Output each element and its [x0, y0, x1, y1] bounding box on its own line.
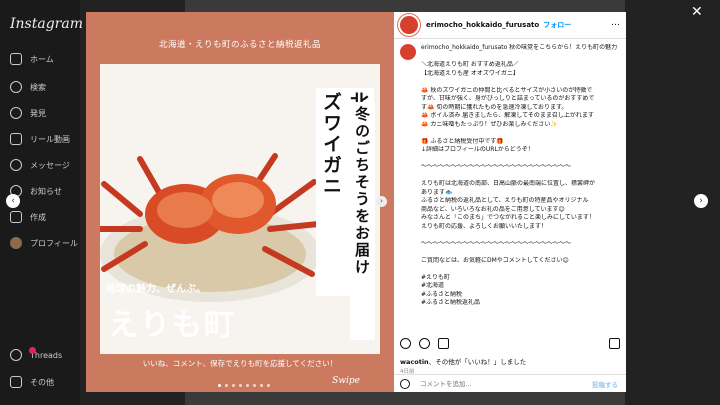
town-name: えりも町	[108, 308, 236, 343]
headline-vertical-2: 冬のごちそうをお届け	[350, 102, 375, 340]
caption-line: 🦀 ボイル済み 届きましたら、解凍してそのまま召し上がれます	[421, 112, 594, 119]
carousel-dots	[218, 384, 270, 387]
post-side-panel: erimocho_hokkaido_furusato フォロー … erimoc…	[394, 12, 626, 392]
reels-icon	[10, 133, 22, 145]
caption-line: #えりも町	[421, 273, 451, 281]
post-actions	[400, 336, 620, 350]
carousel-dot	[253, 384, 256, 387]
caption-line: #ふるさと納税	[421, 290, 463, 298]
caption-line: す🦀 旬の時期に獲れたものを急速冷凍しております。	[421, 103, 568, 111]
carousel-dot	[225, 384, 228, 387]
caption-line: #ふるさと納税返礼品	[421, 299, 481, 306]
bookmark-icon[interactable]	[609, 337, 620, 349]
carousel-dot	[260, 384, 263, 387]
search-icon	[10, 81, 22, 93]
caption-line	[421, 172, 618, 181]
caption-line: ふるさと納税の返礼品として、えりも町の特産品やオリジナル	[421, 197, 589, 204]
share-icon[interactable]	[438, 337, 449, 349]
caption-line	[421, 129, 618, 138]
caption-line: すが、甘味が強く、身がびっしりと詰まっているのがおすすめで	[421, 95, 595, 102]
caption-line: えりも町の応援、よろしくお願いいたします！	[421, 222, 548, 230]
caption-line: 🦀 秋のズワイガニの仲間と比べるとサイズが小さいのが特徴で	[421, 86, 593, 94]
caption-text: erimocho_hokkaido_furusato 秋の味覚をこちらから！えり…	[421, 44, 618, 308]
caption-line	[421, 265, 618, 274]
caption-line: えりも町は北海道の南部、日高山脈の最南端に位置し、襟裳岬が	[421, 180, 596, 187]
caption-line: 🦀 カニ味噌もたっぷり！ぜひお楽しみください✨	[421, 120, 558, 128]
account-username[interactable]: erimocho_hokkaido_furusato	[426, 21, 539, 29]
home-icon	[10, 53, 22, 65]
prev-post-button[interactable]: ‹	[6, 194, 20, 208]
post-top-text: 北海道・えりも町のふるさと納税返礼品	[158, 40, 321, 50]
caption-line: 【北海道えりも産 オオズワイガニ】	[421, 69, 519, 77]
account-avatar[interactable]	[398, 14, 420, 36]
nav-item-explore[interactable]: 発見	[10, 104, 46, 122]
caption-line: 〜〜〜〜〜〜〜〜〜〜〜〜〜〜〜〜〜〜〜〜〜〜〜〜〜	[421, 239, 572, 247]
nav-item-create[interactable]: 作成	[10, 208, 46, 226]
background-feed-bottom	[185, 392, 625, 405]
like-icon[interactable]	[400, 337, 411, 349]
caption-avatar[interactable]	[400, 44, 416, 60]
caption-line: 🎁 ふるさと納税受付中です🎁	[421, 137, 504, 145]
avatar-icon	[10, 237, 22, 249]
carousel-dot	[239, 384, 242, 387]
instagram-logo[interactable]: Instagram	[10, 16, 83, 32]
caption-line: みなさんと「このまち」でつながれること楽しみにしています！	[421, 214, 595, 221]
caption-line: erimocho_hokkaido_furusato 秋の味覚をこちらから！えり…	[421, 44, 618, 51]
carousel-dot	[267, 384, 270, 387]
carousel-dot	[218, 384, 221, 387]
caption-line: ご質問などは、お気軽にDMやコメントしてください😊	[421, 256, 569, 264]
post-modal: 北海道・えりも町のふるさと納税返礼品 ズワイガニ 冬のごちそうをお届け 地球の魅…	[86, 12, 626, 392]
caption-line: #北海道	[421, 282, 445, 289]
nav-item-search[interactable]: 検索	[10, 78, 46, 96]
notification-badge	[29, 347, 36, 354]
post-comment-button[interactable]: 投稿する	[592, 379, 618, 389]
comment-box: 投稿する	[394, 374, 626, 393]
caption-line	[421, 231, 618, 240]
caption-line: 商品など、いろいろなお礼の品をご用意しています😊	[421, 205, 565, 213]
post-image: 北海道・えりも町のふるさと納税返礼品 ズワイガニ 冬のごちそうをお届け 地球の魅…	[86, 12, 394, 392]
create-icon	[10, 211, 22, 223]
post-tagline: いいね、コメント、保存でえりも町を応援してください！	[142, 359, 338, 368]
nav-item-messages[interactable]: メッセージ	[10, 156, 70, 174]
more-options-icon[interactable]: …	[611, 18, 620, 28]
menu-icon	[10, 376, 22, 388]
caption-line	[421, 53, 618, 62]
caption-line: ↓詳細はプロフィールのURLからどうぞ！	[421, 146, 534, 153]
post-subtitle: 地球の魅力、ぜんぶ。	[106, 284, 206, 295]
likes-user[interactable]: wacotin	[400, 358, 429, 366]
nav-item-threads[interactable]: Threads	[10, 346, 62, 364]
close-icon[interactable]: ✕	[691, 4, 703, 20]
likes-text: wacotin、その他が「いいね！」しました	[400, 358, 527, 366]
emoji-icon[interactable]	[400, 379, 410, 389]
caption-line	[421, 248, 618, 257]
carousel-dot	[246, 384, 249, 387]
comment-icon[interactable]	[419, 337, 430, 349]
follow-button[interactable]: フォロー	[543, 20, 571, 30]
nav-item-profile[interactable]: プロフィール	[10, 234, 78, 252]
caption-line: 〜〜〜〜〜〜〜〜〜〜〜〜〜〜〜〜〜〜〜〜〜〜〜〜〜	[421, 163, 572, 170]
comment-input[interactable]	[418, 379, 572, 389]
background-feed-top	[185, 0, 625, 12]
caption-line	[421, 155, 618, 164]
threads-icon	[10, 347, 36, 361]
swipe-text: Swipe	[332, 376, 360, 386]
post-header: erimocho_hokkaido_furusato フォロー …	[394, 12, 626, 39]
next-post-button[interactable]: ›	[694, 194, 708, 208]
nav-item-more[interactable]: その他	[10, 373, 54, 391]
nav-item-home[interactable]: ホーム	[10, 50, 54, 68]
post-caption: erimocho_hokkaido_furusato 秋の味覚をこちらから！えり…	[400, 44, 618, 326]
message-icon	[10, 159, 22, 171]
carousel-next-button[interactable]: ›	[376, 196, 387, 207]
caption-line: ＼北海道えりも町 おすすめ返礼品／	[421, 61, 519, 68]
compass-icon	[10, 107, 22, 119]
nav-item-reels[interactable]: リール動画	[10, 130, 70, 148]
carousel-dot	[232, 384, 235, 387]
caption-line	[421, 78, 618, 87]
caption-line: あります🐟	[421, 188, 453, 196]
